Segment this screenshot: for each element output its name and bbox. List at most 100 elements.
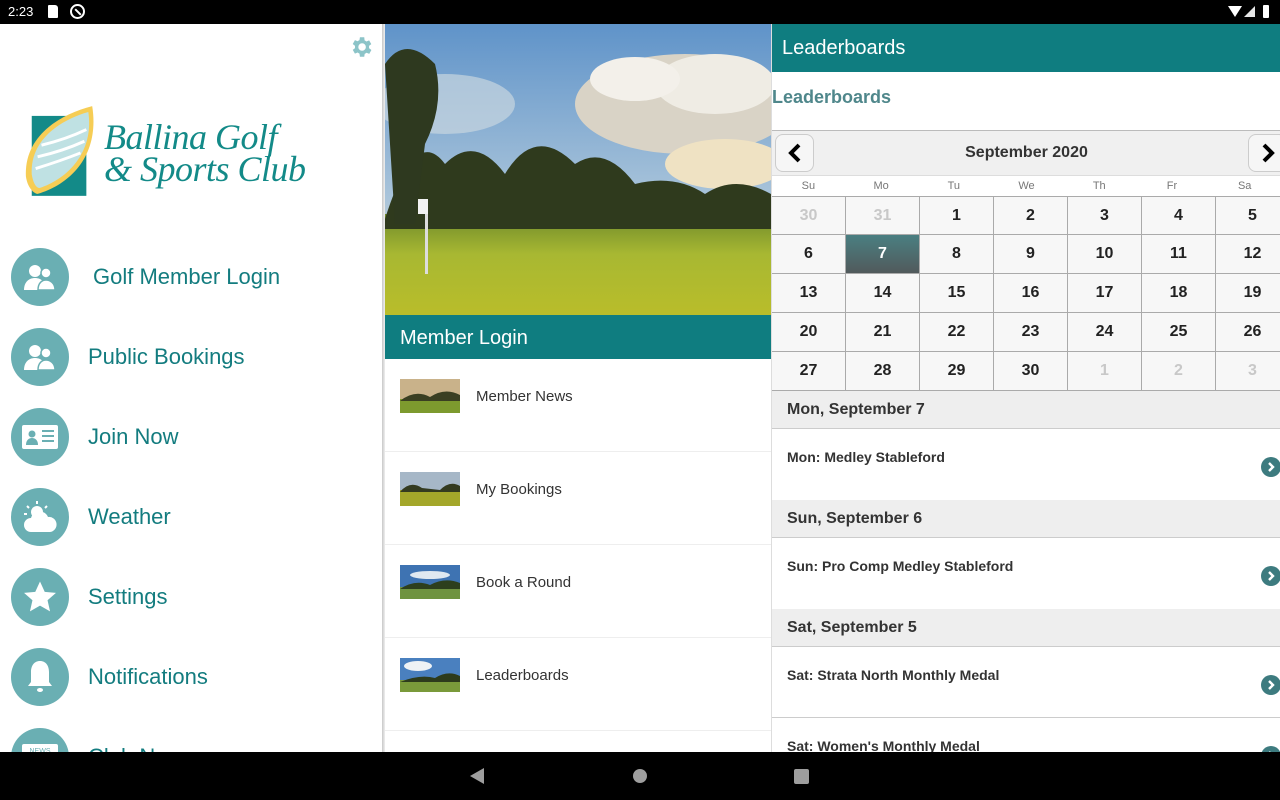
weekday-label: Mo [873,180,889,192]
event-row[interactable]: Mon: Medley Stableford [772,429,1280,500]
menu-item-label: Club News [88,744,194,752]
calendar-day[interactable]: 31 [846,196,920,235]
calendar-day[interactable]: 4 [1142,196,1216,235]
leaderboards-thumbnail [400,658,460,692]
menu-item-weather[interactable]: Weather [0,488,382,568]
calendar-day[interactable]: 30 [772,196,846,235]
calendar-day[interactable]: 26 [1216,313,1280,352]
system-navigation-bar [0,752,1280,800]
menu-item-label: Settings [88,584,168,609]
menu-item-label: Notifications [88,664,208,689]
calendar-day-selected[interactable]: 7 [846,235,920,274]
calendar-day[interactable]: 23 [994,313,1068,352]
back-icon[interactable] [470,768,484,784]
home-icon[interactable] [633,769,647,783]
calendar-day[interactable]: 13 [772,274,846,313]
calendar-day[interactable]: 28 [846,352,920,391]
list-item-my-bookings[interactable]: My Bookings [385,452,771,545]
calendar-day[interactable]: 30 [994,352,1068,391]
calendar-week-row: 20 21 22 23 24 25 26 [772,313,1280,352]
calendar-day[interactable]: 27 [772,352,846,391]
sd-card-icon [48,5,58,18]
event-date-header: Sat, September 5 [772,609,1280,647]
calendar-day[interactable]: 16 [994,274,1068,313]
event-row[interactable]: Sun: Pro Comp Medley Stableford [772,538,1280,609]
member-login-panel: Member Login Member News My Bookings Boo… [385,24,771,752]
members-icon [11,328,69,386]
weekday-label: Tu [947,180,961,192]
next-month-button[interactable] [1248,134,1280,172]
star-icon [11,568,69,626]
menu-item-notifications[interactable]: Notifications [0,648,382,728]
calendar-day[interactable]: 15 [920,274,994,313]
calendar-day[interactable]: 1 [1068,352,1142,391]
calendar-day[interactable]: 3 [1068,196,1142,235]
bell-icon [11,648,69,706]
calendar-day[interactable]: 11 [1142,235,1216,274]
calendar-day[interactable]: 12 [1216,235,1280,274]
calendar-day[interactable]: 3 [1216,352,1280,391]
calendar-day[interactable]: 2 [1142,352,1216,391]
calendar-day[interactable]: 8 [920,235,994,274]
navigation-drawer: Ballina Golf & Sports Club Golf Member L… [0,24,382,752]
calendar-day[interactable]: 2 [994,196,1068,235]
list-item-member-news[interactable]: Member News [385,359,771,452]
menu-item-club-news[interactable]: NEWS Club News [0,728,382,752]
calendar-day[interactable]: 10 [1068,235,1142,274]
event-name: Sun: Pro Comp Medley Stableford [787,558,1014,574]
weekday-label: Sa [1237,180,1252,192]
event-row[interactable]: Sat: Strata North Monthly Medal [772,647,1280,718]
logo-line-2: & Sports Club [104,149,306,189]
calendar-day[interactable]: 24 [1068,313,1142,352]
menu-item-label: Join Now [88,424,179,449]
chevron-right-circle-icon[interactable] [1261,566,1280,586]
chevron-right-circle-icon[interactable] [1261,675,1280,695]
calendar-day[interactable]: 17 [1068,274,1142,313]
status-bar: 2:23 [0,0,1280,24]
clock: 2:23 [8,4,34,19]
recent-apps-icon[interactable] [794,769,809,784]
members-icon [11,248,69,306]
event-name: Mon: Medley Stableford [787,449,945,465]
list-item-leaderboards[interactable]: Leaderboards [385,638,771,731]
gear-icon[interactable] [348,34,374,60]
menu-item-public-bookings[interactable]: Public Bookings [0,328,382,408]
calendar-grid: 30 31 1 2 3 4 5 6 7 8 9 10 11 12 13 14 15 16 17 18 19 20 21 22 2… [772,196,1280,391]
calendar-day[interactable]: 18 [1142,274,1216,313]
weekday-label: We [1018,180,1035,192]
calendar-header: September 2020 [772,130,1280,176]
event-row[interactable]: Sat: Women's Monthly Medal [772,718,1280,752]
calendar-day[interactable]: 20 [772,313,846,352]
club-logo: Ballina Golf & Sports Club [22,102,312,202]
calendar-month: September 2020 [965,144,1088,161]
chevron-right-icon [1262,143,1275,163]
calendar-week-row: 6 7 8 9 10 11 12 [772,235,1280,274]
golf-course-hero-image [385,24,771,315]
calendar-day[interactable]: 9 [994,235,1068,274]
id-card-icon [11,408,69,466]
calendar-day[interactable]: 21 [846,313,920,352]
calendar-day[interactable]: 14 [846,274,920,313]
calendar-day[interactable]: 25 [1142,313,1216,352]
event-name: Sat: Women's Monthly Medal [787,738,980,752]
menu-item-join-now[interactable]: Join Now [0,408,382,488]
menu-item-golf-member-login[interactable]: Golf Member Login [0,248,382,328]
calendar-day[interactable]: 22 [920,313,994,352]
calendar-day[interactable]: 29 [920,352,994,391]
list-item-label: My Bookings [476,481,562,498]
member-news-thumbnail [400,379,460,413]
list-item-label: Member News [476,388,573,405]
calendar-day[interactable]: 5 [1216,196,1280,235]
event-date-header: Mon, September 7 [772,391,1280,429]
menu-item-settings[interactable]: Settings [0,568,382,648]
leaderboards-header: Leaderboards [772,24,1280,72]
list-item-book-a-round[interactable]: Book a Round [385,545,771,638]
calendar-day[interactable]: 19 [1216,274,1280,313]
chevron-right-circle-icon[interactable] [1261,457,1280,477]
calendar-day[interactable]: 6 [772,235,846,274]
my-bookings-thumbnail [400,472,460,506]
calendar-day[interactable]: 1 [920,196,994,235]
cell-signal-icon [1244,6,1255,17]
weather-icon [11,488,69,546]
event-list: Mon, September 7 Mon: Medley Stableford … [772,391,1280,752]
